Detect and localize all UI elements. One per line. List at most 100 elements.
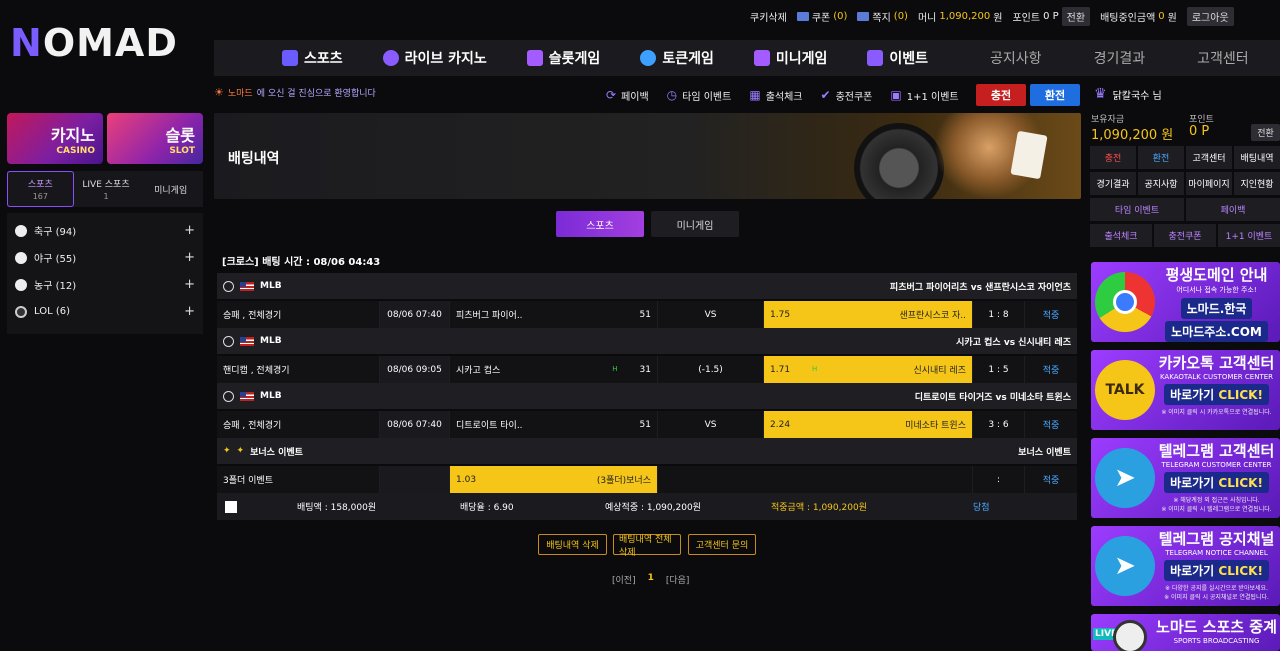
bet-row: 핸디캡 , 전체경기 08/06 09:05 시카고 컵스 H 31 (-1.5) … xyxy=(217,356,1077,383)
telegram-support-ad[interactable]: ➤ 텔레그램 고객센터 TELEGRAM CUSTOMER CENTER 바로가… xyxy=(1091,438,1280,518)
right-referral-button[interactable]: 지인현황 xyxy=(1234,172,1280,195)
right-charge-button[interactable]: 충전 xyxy=(1090,146,1136,169)
quick-charge-coupon[interactable]: ✔ 충전쿠폰 xyxy=(821,88,873,103)
tab-mini-history[interactable]: 미니게임 xyxy=(651,211,739,237)
plus-icon[interactable]: + xyxy=(184,250,195,265)
tab-sports-history[interactable]: 스포츠 xyxy=(556,211,644,237)
user-info: ♛ 닭칼국수 님 xyxy=(1094,86,1162,102)
bet-row: 3폴더 이벤트 1.03 (3폴더)보너스 : 적중 xyxy=(217,466,1077,493)
exchange-button[interactable]: 환전 xyxy=(1030,84,1080,106)
slot-promo-banner[interactable]: 슬롯 SLOT xyxy=(107,113,203,164)
right-1plus1-button[interactable]: 1+1 이벤트 xyxy=(1218,224,1280,247)
quick-1plus1-event[interactable]: ▣ 1+1 이벤트 xyxy=(890,88,958,103)
delete-all-history-button[interactable]: 배팅내역 전체삭제 xyxy=(613,534,681,558)
lol-icon xyxy=(15,305,27,318)
points-convert-button[interactable]: 전환 xyxy=(1251,124,1280,141)
nav-mini-game[interactable]: 미니게임 xyxy=(734,40,848,76)
next-page-link[interactable]: [다음] xyxy=(666,573,690,586)
coupon-link[interactable]: 쿠폰 (0) xyxy=(796,9,847,24)
domain-guide-ad[interactable]: 평생도메인 안내 어디서나 접속 가능한 주소! 노마드.한국 노마드주소.CO… xyxy=(1091,262,1280,342)
result-badge: 적중 xyxy=(1042,476,1060,486)
nav-results[interactable]: 경기결과 xyxy=(1074,40,1166,76)
sport-item-basketball[interactable]: 농구 (12) + xyxy=(7,271,203,298)
charge-button[interactable]: 충전 xyxy=(976,84,1026,106)
token-icon xyxy=(640,50,657,66)
right-results-button[interactable]: 경기결과 xyxy=(1090,172,1136,195)
quick-attendance[interactable]: ▦ 출석체크 xyxy=(749,88,802,103)
kakaotalk-icon: TALK xyxy=(1095,360,1155,420)
telegram-notice-ad[interactable]: ➤ 텔레그램 공지채널 TELEGRAM NOTICE CHANNEL 바로가기… xyxy=(1091,526,1280,606)
tab-live-sports[interactable]: LIVE 스포츠 1 xyxy=(74,171,139,207)
right-support-button[interactable]: 고객센터 xyxy=(1186,146,1232,169)
right-time-event-button[interactable]: 타임 이벤트 xyxy=(1090,198,1184,221)
quick-payback[interactable]: ⟳ 페이백 xyxy=(606,88,649,103)
nav-slot[interactable]: 슬롯게임 xyxy=(507,40,621,76)
right-notice-button[interactable]: 공지사항 xyxy=(1138,172,1184,195)
plus-icon[interactable]: + xyxy=(184,223,195,238)
basketball-icon xyxy=(15,278,27,291)
refresh-icon: ⟳ xyxy=(606,88,617,102)
usa-flag-icon xyxy=(240,336,254,346)
page-current[interactable]: 1 xyxy=(648,573,654,586)
result-badge: 적중 xyxy=(1042,311,1060,321)
right-menu-row-3: 타임 이벤트 페이백 xyxy=(1090,198,1280,221)
quick-time-event[interactable]: ◷ 타임 이벤트 xyxy=(667,88,732,103)
league-row: ✦ ✦ 보너스 이벤트 보너스 이벤트 xyxy=(217,438,1077,464)
point-convert-button[interactable]: 전환 xyxy=(1061,6,1091,26)
casino-chip-icon xyxy=(382,50,399,66)
right-payback-button[interactable]: 페이백 xyxy=(1186,198,1280,221)
nav-notice[interactable]: 공지사항 xyxy=(970,40,1062,76)
nav-sports[interactable]: 스포츠 xyxy=(262,40,363,76)
right-exchange-button[interactable]: 환전 xyxy=(1138,146,1184,169)
select-checkbox[interactable] xyxy=(225,500,237,513)
tab-mini-game[interactable]: 미니게임 xyxy=(138,171,203,207)
kakaotalk-support-ad[interactable]: TALK 카카오톡 고객센터 KAKAOTALK CUSTOMER CENTER… xyxy=(1091,350,1280,430)
right-mypage-button[interactable]: 마이페이지 xyxy=(1186,172,1232,195)
nav-support[interactable]: 고객센터 xyxy=(1177,40,1269,76)
nav-event[interactable]: 이벤트 xyxy=(847,40,948,76)
slot-machine-icon xyxy=(526,50,543,66)
sport-category-tabs: 스포츠 167 LIVE 스포츠 1 미니게임 xyxy=(7,171,203,207)
plus-icon[interactable]: + xyxy=(184,277,195,292)
right-charge-coupon-button[interactable]: 충전쿠폰 xyxy=(1154,224,1216,247)
result-badge: 적중 xyxy=(1042,366,1060,376)
money-display: 머니 1,090,200 원 xyxy=(917,10,1003,24)
gift-icon xyxy=(867,50,884,66)
logout-button[interactable]: 로그아웃 xyxy=(1186,6,1234,26)
sport-item-lol[interactable]: LOL (6) + xyxy=(7,298,203,325)
tab-sports[interactable]: 스포츠 167 xyxy=(7,171,74,207)
bet-row: 승패 , 전체경기 08/06 07:40 피츠버그 파이어.. 51 VS 1.… xyxy=(217,301,1077,328)
prev-page-link[interactable]: [이전] xyxy=(612,573,636,586)
sun-icon: ☀ xyxy=(214,86,224,99)
usa-flag-icon xyxy=(240,281,254,291)
right-attendance-button[interactable]: 출석체크 xyxy=(1090,224,1152,247)
check-icon: ✔ xyxy=(820,88,831,102)
calendar-icon: ▦ xyxy=(749,88,761,102)
usa-flag-icon xyxy=(240,391,254,401)
right-menu-row-1: 충전 환전 고객센터 배팅내역 xyxy=(1090,146,1280,169)
nav-live-casino[interactable]: 라이브 카지노 xyxy=(363,40,507,76)
plus-icon[interactable]: + xyxy=(184,304,195,319)
right-bet-history-button[interactable]: 배팅내역 xyxy=(1234,146,1280,169)
pagination: [이전] 1 [다음] xyxy=(612,573,689,586)
crown-icon: ♛ xyxy=(1094,86,1107,102)
contact-support-button[interactable]: 고객센터 문의 xyxy=(688,534,756,555)
delete-history-button[interactable]: 배팅내역 삭제 xyxy=(538,534,607,555)
sport-item-soccer[interactable]: 축구 (94) + xyxy=(7,217,203,244)
site-logo[interactable]: NOMAD xyxy=(10,21,195,65)
cookie-delete-link[interactable]: 쿠키삭제 xyxy=(750,9,787,24)
nav-token-game[interactable]: 토큰게임 xyxy=(620,40,734,76)
league-row: MLB 시카고 컵스 vs 신시내티 레즈 xyxy=(217,328,1077,354)
logo-letter-n: N xyxy=(10,21,43,65)
sports-broadcast-ad[interactable]: LIVE 노마드 스포츠 중계 SPORTS BROADCASTING xyxy=(1091,614,1280,651)
soccer-ball-icon xyxy=(1113,620,1147,651)
bet-header: [크로스] 배팅 시간 : 08/06 04:43 xyxy=(222,257,381,268)
sport-item-baseball[interactable]: 야구 (55) + xyxy=(7,244,203,271)
gift-icon: ▣ xyxy=(890,88,902,102)
baseball-icon xyxy=(223,335,234,347)
casino-promo-banner[interactable]: 카지노 CASINO xyxy=(7,113,103,164)
message-link[interactable]: 쪽지 (0) xyxy=(857,9,908,24)
telegram-icon: ➤ xyxy=(1095,536,1155,596)
quick-links: ⟳ 페이백 ◷ 타임 이벤트 ▦ 출석체크 ✔ 충전쿠폰 ▣ 1+1 이벤트 xyxy=(606,84,959,106)
league-row: MLB 피츠버그 파이어리츠 vs 샌프란시스코 자이언츠 xyxy=(217,273,1077,299)
